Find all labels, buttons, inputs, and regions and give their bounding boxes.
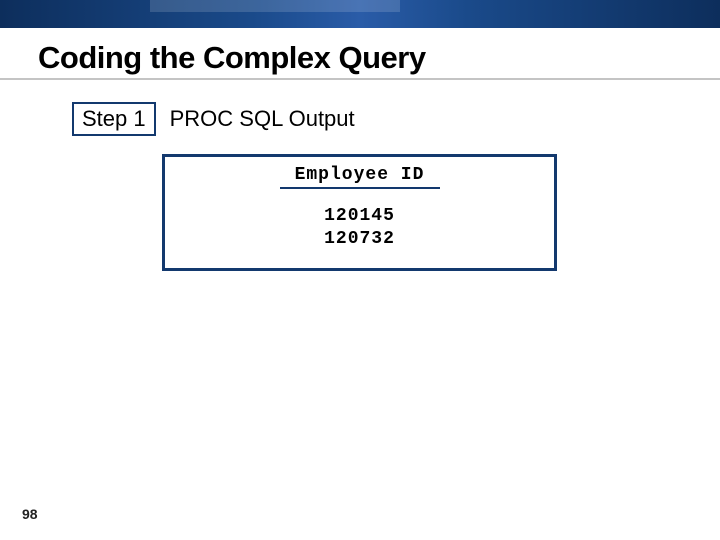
banner-decoration	[0, 0, 720, 28]
step-subtitle: PROC SQL Output	[170, 106, 355, 132]
output-column-header: Employee ID	[175, 165, 544, 187]
output-value-row: 120145	[175, 205, 544, 228]
slide-title: Coding the Complex Query	[38, 40, 682, 76]
step-row: Step 1 PROC SQL Output	[72, 102, 660, 136]
step-label-box: Step 1	[72, 102, 156, 136]
output-values: 120145 120732	[175, 205, 544, 250]
header-separator	[280, 187, 440, 189]
sql-output-box: Employee ID 120145 120732	[162, 154, 557, 271]
output-header-text: Employee ID	[291, 165, 429, 187]
title-area: Coding the Complex Query	[0, 28, 720, 80]
content-area: Step 1 PROC SQL Output Employee ID 12014…	[0, 80, 720, 271]
page-number: 98	[22, 506, 38, 522]
output-value-row: 120732	[175, 228, 544, 251]
